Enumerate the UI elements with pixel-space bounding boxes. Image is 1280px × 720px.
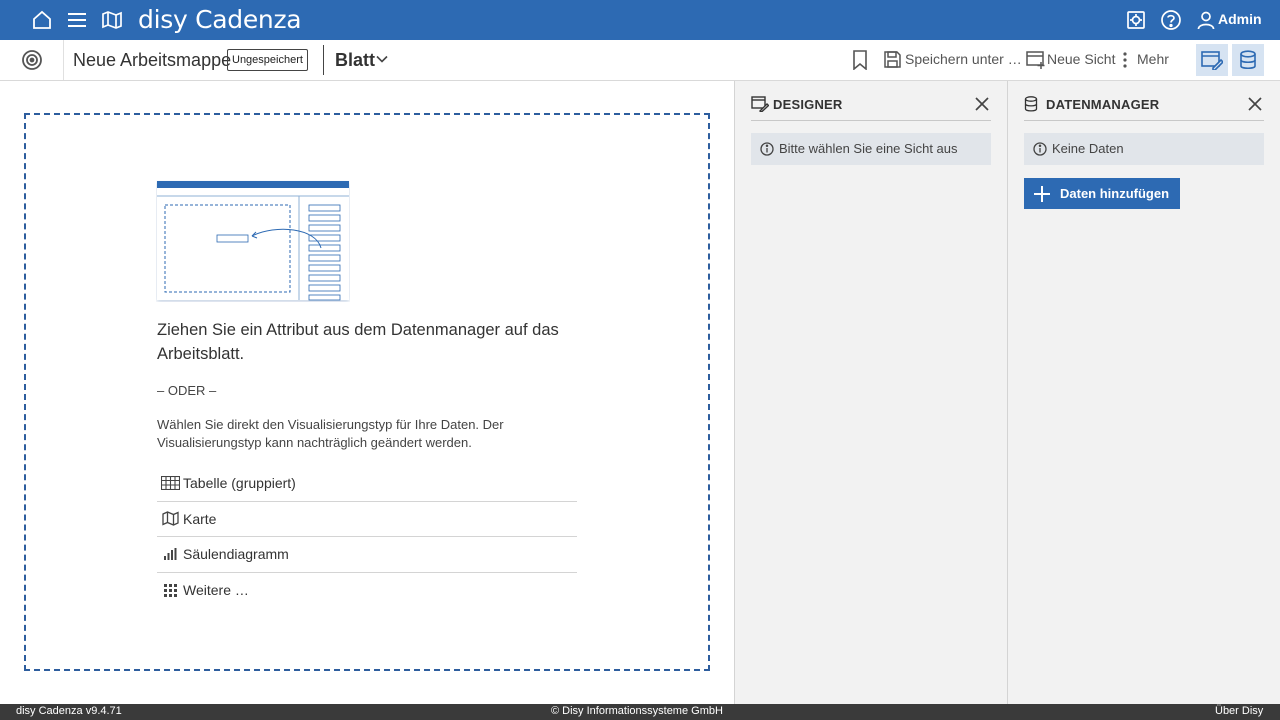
datamanager-panel-header: DATENMANAGER [1024, 89, 1264, 121]
add-data-label: Daten hinzufügen [1060, 186, 1170, 201]
close-icon[interactable] [1246, 95, 1264, 113]
map-icon [157, 511, 183, 526]
workbook-toolbar: Neue Arbeitsmappe Ungespeichert Blatt Sp… [0, 40, 1280, 81]
designer-info-box: Bitte wählen Sie eine Sicht aus [751, 133, 991, 165]
about-link[interactable]: Über Disy [1215, 705, 1263, 717]
drop-zone-description: Wählen Sie direkt den Visualisierungstyp… [157, 417, 504, 450]
drop-zone-heading: Ziehen Sie ein Attribut aus dem Datenman… [157, 321, 559, 363]
bookmark-icon[interactable] [852, 50, 868, 70]
visualization-type-list: Tabelle (gruppiert) Karte Säulendiagramm… [157, 466, 577, 608]
map-icon[interactable] [100, 8, 124, 32]
bar-chart-icon [157, 548, 183, 561]
datamanager-info-box: Keine Daten [1024, 133, 1264, 165]
info-icon [1033, 142, 1047, 156]
new-view-icon[interactable] [1026, 51, 1046, 70]
new-view-button[interactable]: Neue Sicht [1047, 51, 1115, 67]
designer-icon [1201, 51, 1223, 70]
info-icon [760, 142, 774, 156]
more-icon[interactable] [1122, 52, 1128, 68]
save-icon[interactable] [884, 51, 901, 68]
database-icon [1240, 50, 1256, 70]
app-title: disy Cadenza [138, 5, 302, 34]
grid-icon [157, 583, 183, 597]
settings-icon[interactable] [1124, 8, 1148, 32]
user-icon[interactable] [1194, 8, 1218, 32]
viz-option-label: Säulendiagramm [183, 546, 289, 563]
designer-title: DESIGNER [773, 97, 843, 112]
home-icon[interactable] [30, 8, 54, 32]
target-icon [21, 50, 42, 70]
workbook-target-button[interactable] [0, 40, 64, 80]
datamanager-toggle-button[interactable] [1232, 44, 1264, 76]
viz-option-table[interactable]: Tabelle (gruppiert) [157, 466, 577, 502]
workbook-title[interactable]: Neue Arbeitsmappe [73, 50, 231, 71]
viz-option-bar-chart[interactable]: Säulendiagramm [157, 537, 577, 573]
close-icon[interactable] [973, 95, 991, 113]
database-icon [1024, 96, 1038, 112]
plus-icon [1024, 185, 1060, 203]
viz-option-more[interactable]: Weitere … [157, 573, 577, 609]
designer-icon [751, 96, 769, 112]
viz-option-label: Tabelle (gruppiert) [183, 475, 296, 492]
copyright-label: © Disy Informationssysteme GmbH [551, 705, 723, 717]
user-name[interactable]: Admin [1218, 11, 1262, 27]
datamanager-title: DATENMANAGER [1046, 97, 1160, 112]
version-label: disy Cadenza v9.4.71 [16, 705, 122, 717]
unsaved-badge: Ungespeichert [227, 49, 308, 71]
viz-option-label: Karte [183, 510, 217, 527]
more-button[interactable]: Mehr [1137, 51, 1169, 67]
drag-illustration [157, 181, 349, 301]
viz-option-map[interactable]: Karte [157, 502, 577, 537]
help-icon[interactable] [1159, 8, 1183, 32]
datamanager-panel: DATENMANAGER Keine Daten Daten hinzufüge… [1007, 81, 1280, 704]
status-footer: disy Cadenza v9.4.71 © Disy Informations… [0, 704, 1280, 720]
viz-option-label: Weitere … [183, 582, 249, 599]
table-icon [157, 476, 183, 491]
datamanager-info-text: Keine Daten [1052, 141, 1124, 156]
save-as-button[interactable]: Speichern unter … [905, 51, 1022, 67]
toolbar-divider [323, 45, 324, 75]
designer-info-text: Bitte wählen Sie eine Sicht aus [779, 141, 958, 156]
worksheet-area [0, 81, 734, 704]
designer-panel-header: DESIGNER [751, 89, 991, 121]
designer-panel: DESIGNER Bitte wählen Sie eine Sicht aus [734, 81, 1007, 704]
app-header: disy Cadenza Admin [0, 0, 1280, 40]
add-data-button[interactable]: Daten hinzufügen [1024, 178, 1180, 209]
or-separator: – ODER – [157, 383, 217, 398]
designer-toggle-button[interactable] [1196, 44, 1228, 76]
chevron-down-icon[interactable] [376, 54, 388, 64]
menu-icon[interactable] [65, 8, 89, 32]
sheet-selector[interactable]: Blatt [335, 50, 375, 71]
